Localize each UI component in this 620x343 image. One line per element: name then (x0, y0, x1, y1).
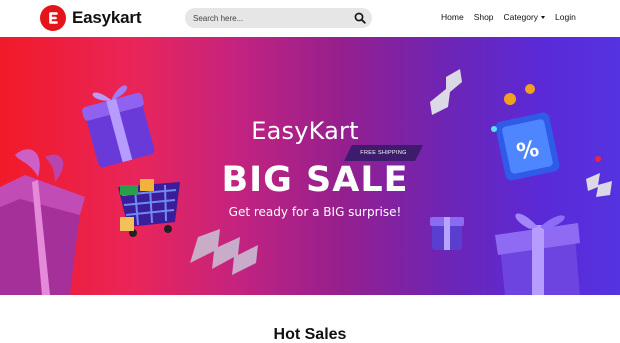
hero-headline: BIG SALE (221, 160, 409, 200)
hero-brand: EasyKart (251, 117, 359, 145)
chevron-down-icon (541, 15, 546, 19)
search-icon[interactable] (354, 12, 366, 24)
search-bar (185, 8, 372, 28)
search-input[interactable] (193, 8, 343, 28)
ribbon-text: FREE SHIPPING (360, 150, 407, 156)
brand[interactable]: Easykart (40, 5, 141, 31)
hot-sales-title: Hot Sales (273, 326, 347, 343)
hero-banner[interactable]: % EasyKart FREE SHIPPING BIG SALE Get re… (0, 37, 620, 295)
brand-name: Easykart (72, 8, 142, 27)
hero-tagline: Get ready for a BIG surprise! (228, 205, 402, 219)
small-gift-icon (430, 217, 464, 250)
nav-category-label: Category (503, 12, 539, 22)
free-shipping-ribbon: FREE SHIPPING (344, 145, 423, 161)
nav-category[interactable]: Category (504, 12, 546, 22)
easykart-logo-icon (40, 5, 66, 31)
nav-home[interactable]: Home (441, 12, 464, 22)
nav-shop[interactable]: Shop (474, 12, 494, 22)
nav-links: Home Shop Category Login (441, 12, 586, 22)
nav-login[interactable]: Login (555, 12, 576, 22)
navbar: Easykart Home Shop Category Login (0, 0, 620, 37)
bottom-gift-icon (495, 213, 580, 295)
